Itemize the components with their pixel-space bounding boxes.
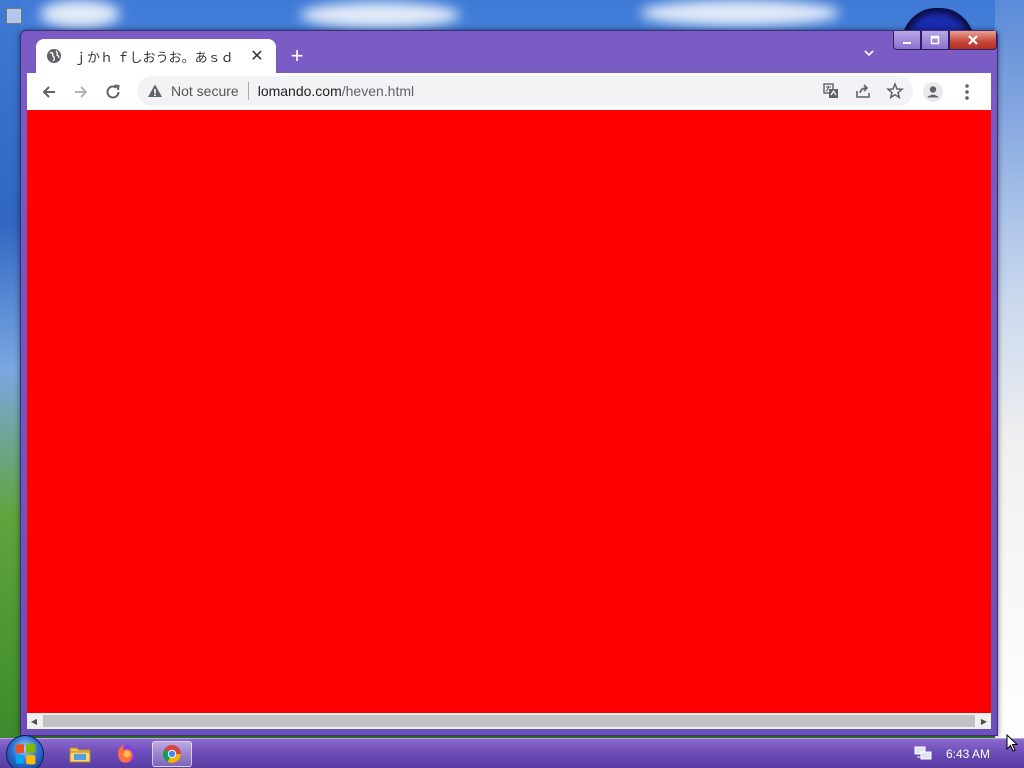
translate-icon[interactable] <box>819 79 843 103</box>
network-tray-icon[interactable] <box>914 745 932 761</box>
tab-search-icon[interactable] <box>859 47 879 67</box>
page-content[interactable] <box>27 110 991 713</box>
taskbar: 6:43 AM <box>0 735 1024 768</box>
security-status-text[interactable]: Not secure <box>171 83 239 99</box>
maximize-button[interactable] <box>921 31 949 50</box>
browser-titlebar[interactable]: ｊかｈ ｆしおうお。あｓｄ ✕ + <box>21 31 997 73</box>
browser-tab[interactable]: ｊかｈ ｆしおうお。あｓｄ ✕ <box>36 39 276 73</box>
tab-close-icon[interactable]: ✕ <box>248 46 266 66</box>
wallpaper-cloud <box>300 2 460 28</box>
bookmark-star-icon[interactable] <box>883 79 907 103</box>
taskbar-clock[interactable]: 6:43 AM <box>946 747 990 761</box>
close-window-button[interactable] <box>949 31 997 50</box>
desktop-recycle-bin-icon[interactable] <box>6 8 22 24</box>
url-path: /heven.html <box>341 83 415 99</box>
firefox-icon[interactable] <box>106 741 146 767</box>
globe-icon <box>46 48 62 64</box>
start-button[interactable] <box>6 735 44 768</box>
scroll-left-icon[interactable]: ◀ <box>27 713 41 729</box>
reload-icon[interactable] <box>97 76 129 108</box>
browser-toolbar: Not secure lomando.com/heven.html <box>27 73 991 110</box>
forward-arrow-icon[interactable] <box>65 76 97 108</box>
profile-avatar-icon[interactable] <box>917 76 949 108</box>
scroll-right-icon[interactable]: ▶ <box>977 713 991 729</box>
wallpaper-cloud <box>40 0 120 28</box>
back-arrow-icon[interactable] <box>33 76 65 108</box>
omnibox-actions <box>819 76 907 106</box>
mouse-cursor-icon <box>1006 733 1019 752</box>
file-explorer-icon[interactable] <box>60 741 100 767</box>
chrome-icon[interactable] <box>152 741 192 767</box>
url-host: lomando.com <box>257 83 342 99</box>
window-caption-buttons <box>893 31 997 51</box>
address-separator <box>247 82 249 100</box>
new-tab-button[interactable]: + <box>285 45 309 69</box>
windows-logo-icon <box>15 743 36 765</box>
menu-kebab-icon[interactable] <box>951 76 983 108</box>
share-icon[interactable] <box>851 79 875 103</box>
wallpaper-cloud <box>640 0 840 26</box>
warning-icon <box>147 83 163 99</box>
desktop-wallpaper-left <box>0 0 20 738</box>
address-bar[interactable]: Not secure lomando.com/heven.html <box>137 76 913 106</box>
horizontal-scrollbar[interactable]: ◀ ▶ <box>27 713 991 729</box>
browser-window: ｊかｈ ｆしおうお。あｓｄ ✕ + Not secure lomando.com… <box>20 30 998 736</box>
minimize-button[interactable] <box>893 31 921 50</box>
toolbar-right-actions <box>917 73 983 110</box>
scrollbar-thumb[interactable] <box>43 715 975 727</box>
desktop-wallpaper-right <box>995 0 1024 738</box>
tab-title: ｊかｈ ｆしおうお。あｓｄ <box>74 49 234 65</box>
